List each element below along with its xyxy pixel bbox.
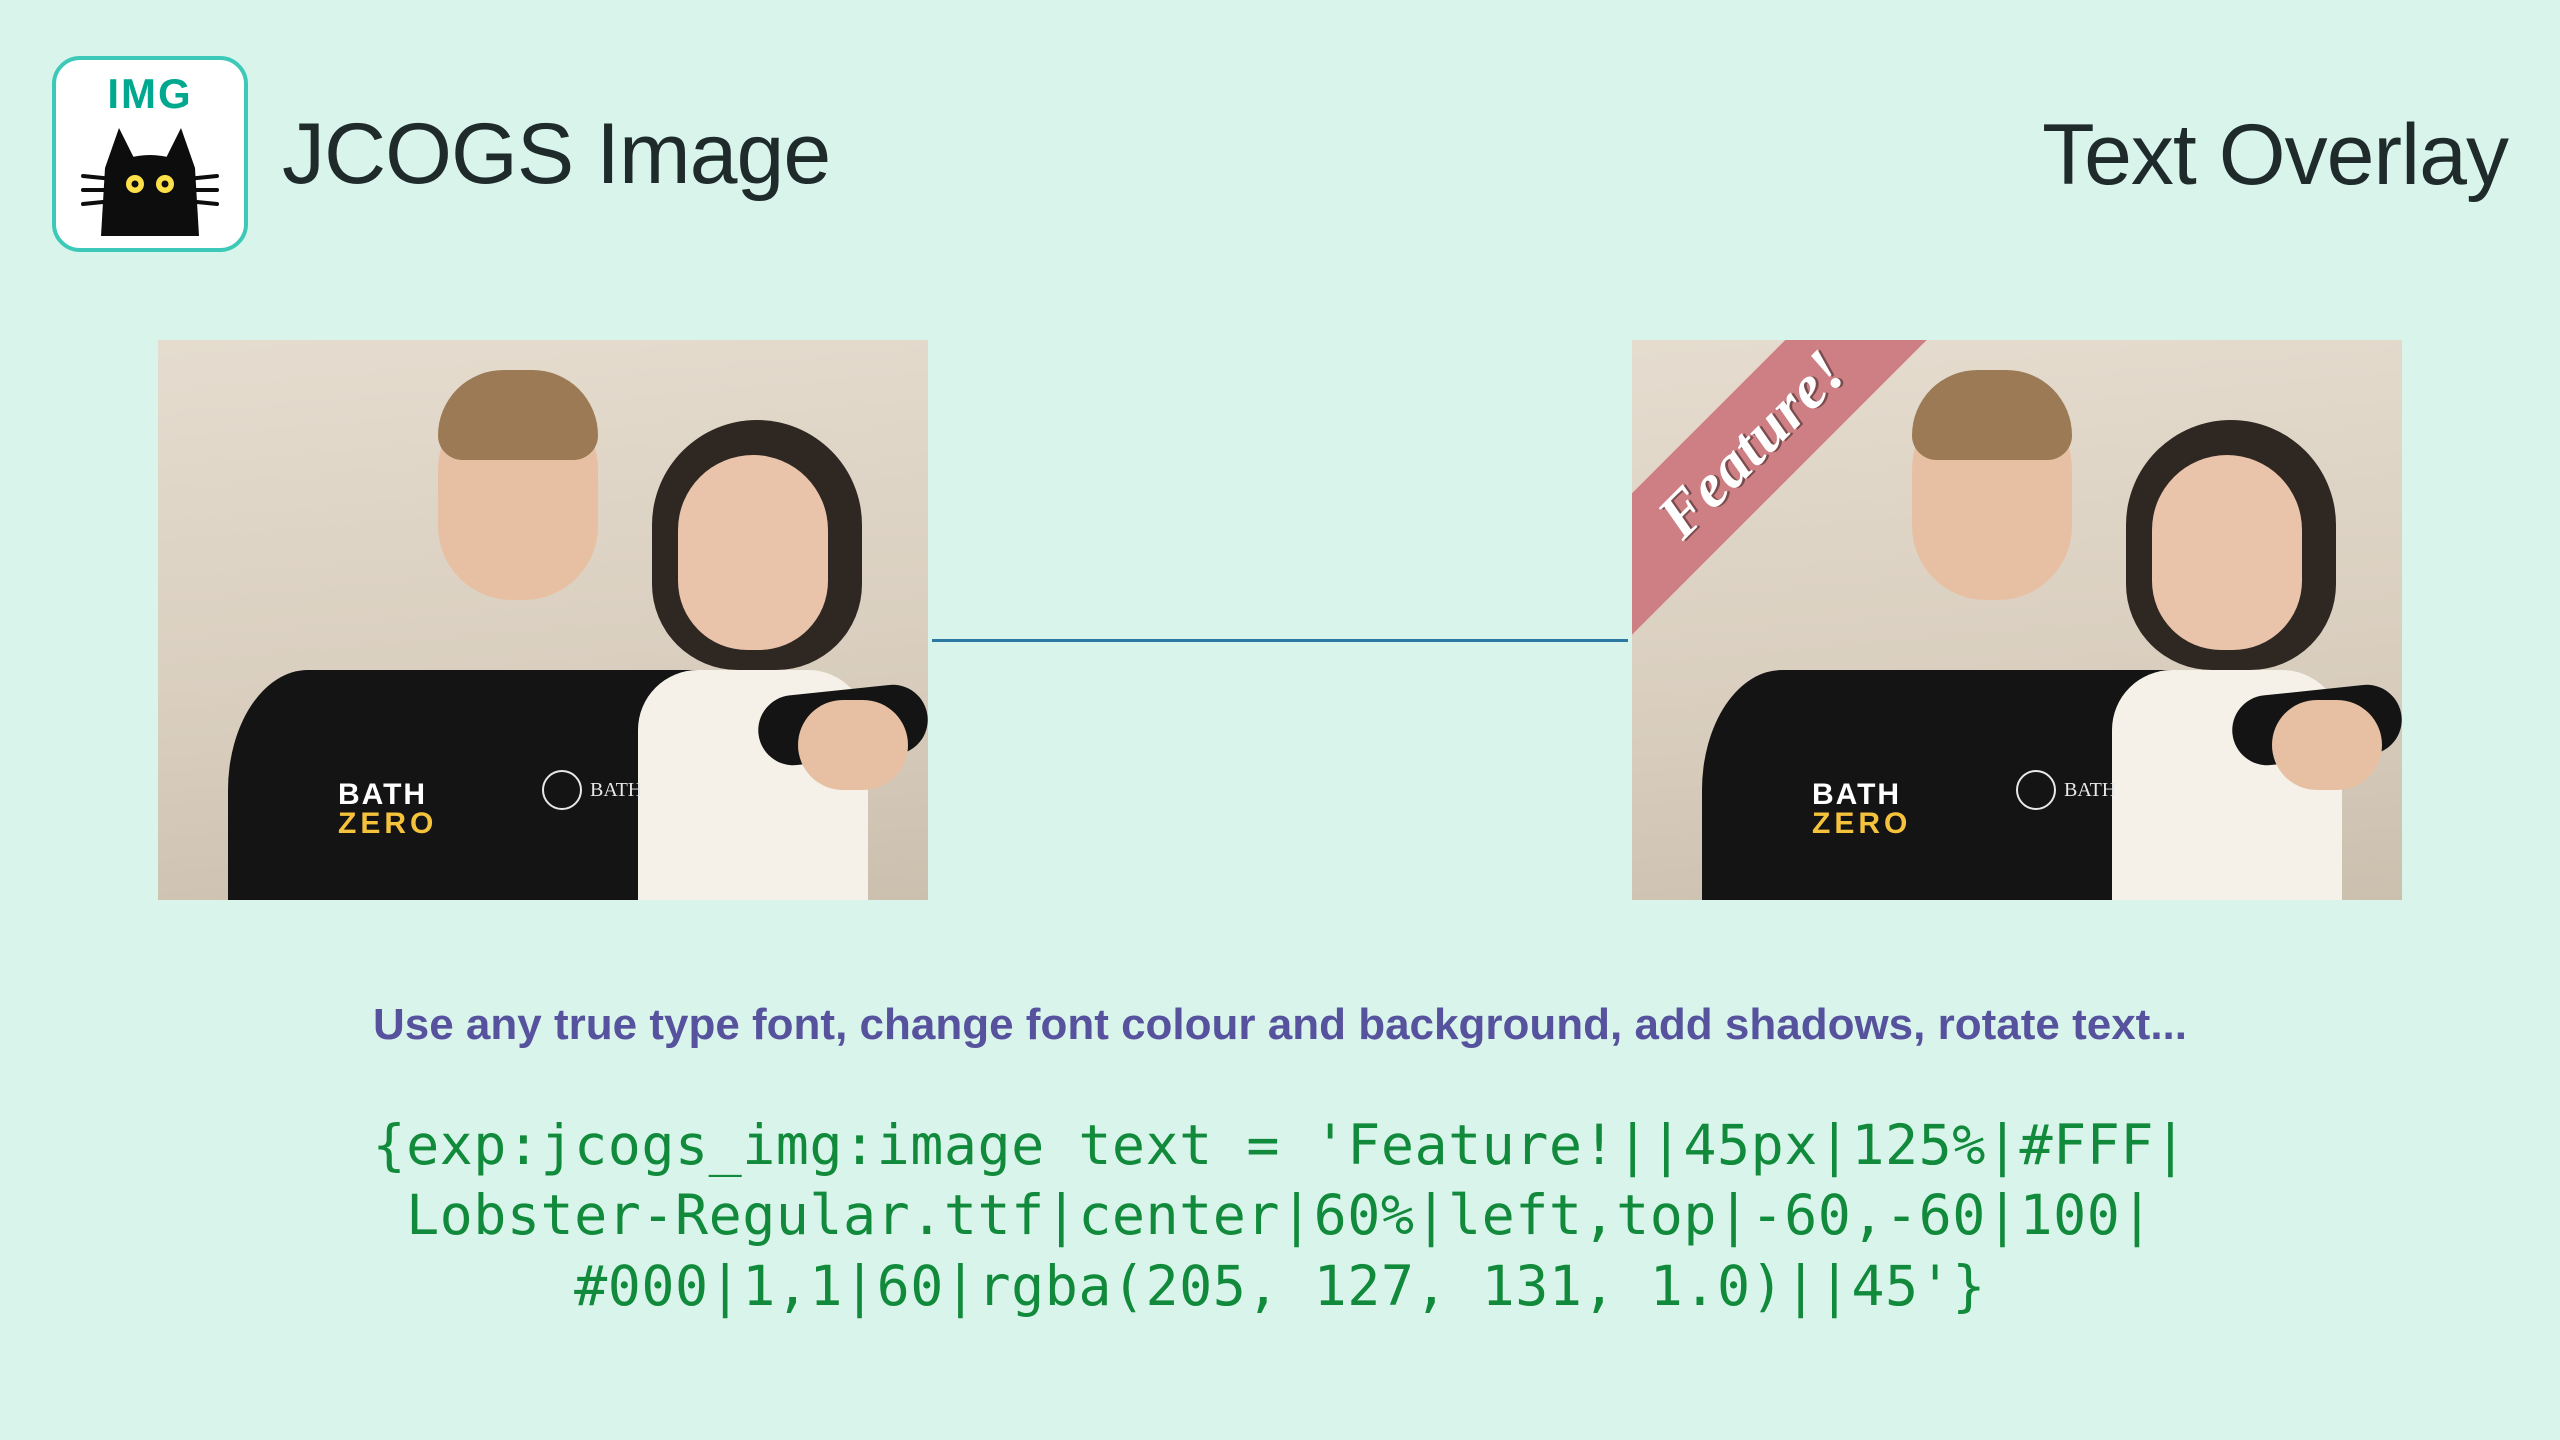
shirt-badge-text: BATH <box>590 779 642 802</box>
feature-ribbon-text: Feature! <box>1644 340 1861 552</box>
feature-ribbon: Feature! <box>1632 340 1952 660</box>
header-left: IMG <box>52 56 830 252</box>
shirt-logo: BATH ZERO <box>1812 781 1911 838</box>
person-b-head <box>678 455 828 650</box>
logo-text: IMG <box>107 70 192 118</box>
image-comparison-row: BATH ZERO BATH BATH ZERO BATH Feature! <box>158 340 2402 900</box>
shirt-logo-line2: ZERO <box>338 807 437 840</box>
connector-line <box>932 639 1628 642</box>
code-sample: {exp:jcogs_img:image text = 'Feature!||4… <box>70 1110 2490 1321</box>
header: IMG <box>52 56 2508 266</box>
caption: Use any true type font, change font colo… <box>0 1000 2560 1050</box>
shirt-badge: BATH <box>2016 770 2116 810</box>
logo-badge: IMG <box>52 56 248 252</box>
page-title: Text Overlay <box>2042 106 2508 205</box>
shirt-logo: BATH ZERO <box>338 781 437 838</box>
person-b-head <box>2152 455 2302 650</box>
shirt-badge-text: BATH <box>2064 779 2116 802</box>
feature-ribbon-band: Feature! <box>1632 340 1952 649</box>
shirt-badge-circle-icon <box>2016 770 2056 810</box>
before-image: BATH ZERO BATH <box>158 340 928 900</box>
shirt-badge: BATH <box>542 770 642 810</box>
shirt-badge-circle-icon <box>542 770 582 810</box>
person-a-hand <box>2272 700 2382 790</box>
cat-icon <box>75 118 225 238</box>
product-name: JCOGS Image <box>282 105 830 204</box>
after-image: BATH ZERO BATH Feature! <box>1632 340 2402 900</box>
person-a-hair <box>438 370 598 460</box>
person-a-hair <box>1912 370 2072 460</box>
person-a-hand <box>798 700 908 790</box>
shirt-logo-line2: ZERO <box>1812 807 1911 840</box>
